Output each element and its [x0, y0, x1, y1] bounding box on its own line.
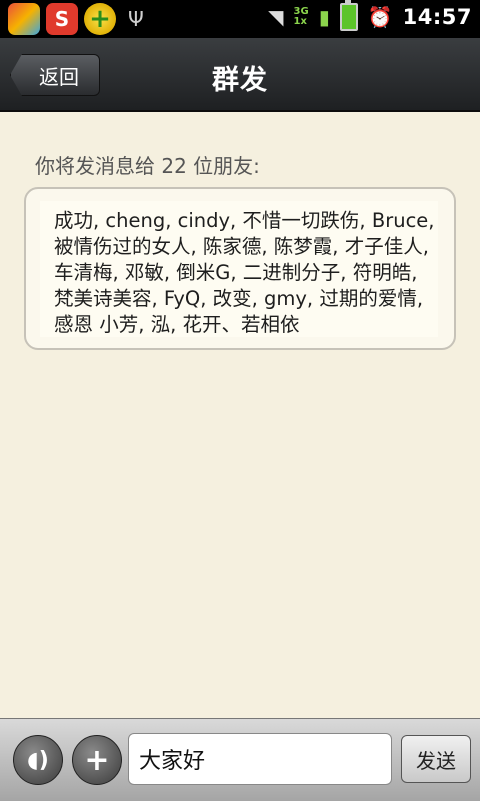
title-bar: 返回 群发	[0, 38, 480, 112]
network-type-icon: 3G 1x	[293, 6, 309, 27]
send-button[interactable]: 发送	[401, 735, 471, 783]
plus-icon: +	[84, 742, 110, 778]
recipient-count-label: 你将发消息给 22 位朋友:	[35, 154, 260, 178]
app-notification-icon	[8, 3, 40, 35]
notification-icons: S + Ψ	[8, 3, 144, 35]
signal-icon: ▮	[318, 5, 330, 29]
recipients-panel: 成功, cheng, cindy, 不惜一切跌伤, Bruce, 被情伤过的女人…	[24, 187, 456, 350]
page-title: 群发	[212, 65, 268, 96]
usb-icon: Ψ	[128, 7, 144, 31]
status-bar: S + Ψ ◥ 3G 1x ▮ ⏰ 14:57	[0, 0, 480, 38]
recipients-list: 成功, cheng, cindy, 不惜一切跌伤, Bruce, 被情伤过的女人…	[40, 201, 438, 337]
security-app-icon: +	[84, 3, 116, 35]
battery-icon	[339, 0, 358, 31]
voice-input-button[interactable]: ◖)	[13, 735, 63, 785]
clock: 14:57	[402, 5, 472, 29]
add-attachment-button[interactable]: +	[72, 735, 122, 785]
sogou-input-icon: S	[46, 3, 78, 35]
message-input[interactable]	[128, 733, 392, 785]
alarm-icon: ⏰	[367, 5, 393, 29]
wifi-icon: ◥	[268, 5, 284, 29]
composer-bar: ◖) + 发送	[0, 718, 480, 801]
system-indicators: ◥ 3G 1x ▮ ⏰ 14:57	[268, 0, 472, 31]
voice-icon: ◖)	[27, 747, 49, 773]
